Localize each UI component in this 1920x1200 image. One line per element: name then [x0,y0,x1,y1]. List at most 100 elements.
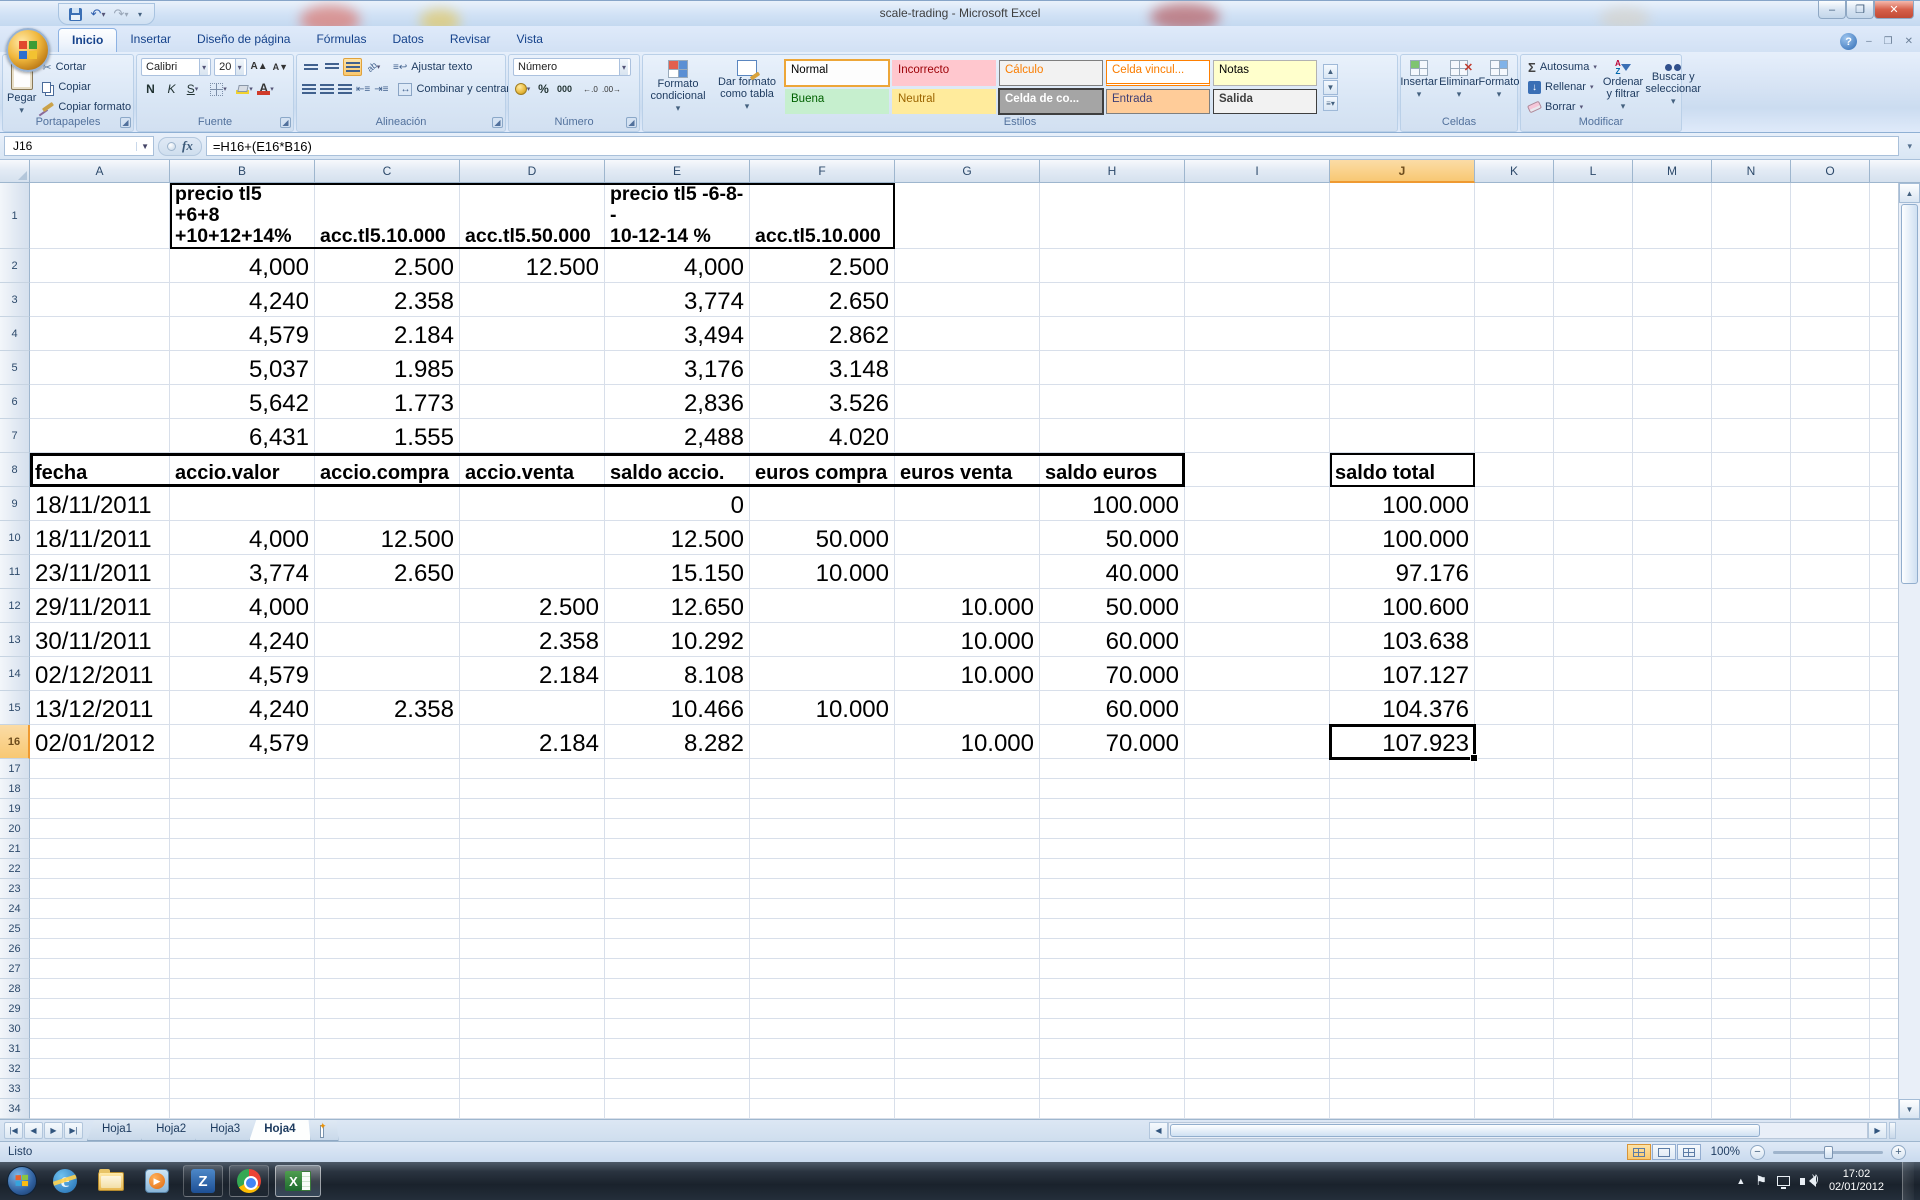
cell-K25[interactable] [1475,919,1554,939]
cell-C12[interactable] [315,589,460,623]
cell-K30[interactable] [1475,1019,1554,1039]
cell-G32[interactable] [895,1059,1040,1079]
cell-K34[interactable] [1475,1099,1554,1119]
cell-G29[interactable] [895,999,1040,1019]
minimize-button[interactable]: – [1818,1,1846,19]
cell-K12[interactable] [1475,589,1554,623]
cell-J2[interactable] [1330,249,1475,283]
cell-L22[interactable] [1554,859,1633,879]
ribbon-tab-revisar[interactable]: Revisar [437,28,504,52]
cell-O5[interactable] [1791,351,1870,385]
cell-J29[interactable] [1330,999,1475,1019]
cell-J32[interactable] [1330,1059,1475,1079]
cell-M12[interactable] [1633,589,1712,623]
cell-D2[interactable]: 12.500 [460,249,605,283]
cell-G28[interactable] [895,979,1040,999]
cell-L18[interactable] [1554,779,1633,799]
row-header-24[interactable]: 24 [0,899,30,919]
cell-K33[interactable] [1475,1079,1554,1099]
style-chip-c-lculo[interactable]: Cálculo [999,60,1103,86]
decrease-decimal-button[interactable]: .00→ [602,80,621,98]
cell-N10[interactable] [1712,521,1791,555]
cell-C28[interactable] [315,979,460,999]
cell-C1[interactable]: acc.tl5.10.000 [315,183,460,249]
close-button[interactable]: ✕ [1874,1,1914,19]
cell-G31[interactable] [895,1039,1040,1059]
cut-button[interactable]: ✂Cortar [39,58,134,76]
cell-O12[interactable] [1791,589,1870,623]
col-header-H[interactable]: H [1040,160,1185,183]
cell-L32[interactable] [1554,1059,1633,1079]
cell-O30[interactable] [1791,1019,1870,1039]
cell-L23[interactable] [1554,879,1633,899]
cell-O10[interactable] [1791,521,1870,555]
cell-I30[interactable] [1185,1019,1330,1039]
cell-B19[interactable] [170,799,315,819]
cell-A20[interactable] [30,819,170,839]
style-chip-normal[interactable]: Normal [785,60,889,86]
cell-C25[interactable] [315,919,460,939]
row-header-19[interactable]: 19 [0,799,30,819]
font-size-combo[interactable]: 20▾ [214,58,247,76]
cell-I34[interactable] [1185,1099,1330,1119]
cell-E17[interactable] [605,759,750,779]
cell-K16[interactable] [1475,725,1554,759]
cell-L7[interactable] [1554,419,1633,453]
cell-F2[interactable]: 2.500 [750,249,895,283]
cell-H3[interactable] [1040,283,1185,317]
delete-cells-button[interactable]: Eliminar▾ [1441,58,1477,116]
cell-H18[interactable] [1040,779,1185,799]
cell-K11[interactable] [1475,555,1554,589]
cell-F32[interactable] [750,1059,895,1079]
cell-O26[interactable] [1791,939,1870,959]
col-header-L[interactable]: L [1554,160,1633,183]
cell-L14[interactable] [1554,657,1633,691]
cell-H21[interactable] [1040,839,1185,859]
cell-K19[interactable] [1475,799,1554,819]
cell-L34[interactable] [1554,1099,1633,1119]
cell-I4[interactable] [1185,317,1330,351]
cell-F11[interactable]: 10.000 [750,555,895,589]
cell-N23[interactable] [1712,879,1791,899]
cell-G12[interactable]: 10.000 [895,589,1040,623]
cell-G13[interactable]: 10.000 [895,623,1040,657]
cell-J24[interactable] [1330,899,1475,919]
cell-E11[interactable]: 15.150 [605,555,750,589]
underline-button[interactable]: S▾ [183,80,202,98]
cell-H24[interactable] [1040,899,1185,919]
cell-A4[interactable] [30,317,170,351]
cell-L2[interactable] [1554,249,1633,283]
cell-C26[interactable] [315,939,460,959]
workbook-close-button[interactable]: ✕ [1902,36,1916,47]
sheet-tab-hoja3[interactable]: Hoja3 [195,1120,255,1141]
cell-G8[interactable]: euros venta [895,453,1040,487]
row-header-30[interactable]: 30 [0,1019,30,1039]
cell-M7[interactable] [1633,419,1712,453]
cell-L24[interactable] [1554,899,1633,919]
cell-N22[interactable] [1712,859,1791,879]
cell-I1[interactable] [1185,183,1330,249]
cell-I10[interactable] [1185,521,1330,555]
cell-O17[interactable] [1791,759,1870,779]
ribbon-tab-diseño-de-página[interactable]: Diseño de página [184,28,303,52]
cell-M4[interactable] [1633,317,1712,351]
scroll-left-icon[interactable]: ◀ [1149,1122,1168,1139]
cell-B16[interactable]: 4,579 [170,725,315,759]
cell-C3[interactable]: 2.358 [315,283,460,317]
cell-G4[interactable] [895,317,1040,351]
cell-H20[interactable] [1040,819,1185,839]
cell-M3[interactable] [1633,283,1712,317]
ribbon-tab-insertar[interactable]: Insertar [117,28,184,52]
bold-button[interactable]: N [141,80,160,98]
cell-O32[interactable] [1791,1059,1870,1079]
cell-N18[interactable] [1712,779,1791,799]
scroll-down-icon[interactable]: ▼ [1899,1099,1920,1119]
grow-font-button[interactable]: A▲ [250,58,269,76]
cell-B15[interactable]: 4,240 [170,691,315,725]
cell-N16[interactable] [1712,725,1791,759]
cell-C17[interactable] [315,759,460,779]
cell-F17[interactable] [750,759,895,779]
cell-A1[interactable] [30,183,170,249]
ribbon-tab-fórmulas[interactable]: Fórmulas [303,28,379,52]
cell-A7[interactable] [30,419,170,453]
